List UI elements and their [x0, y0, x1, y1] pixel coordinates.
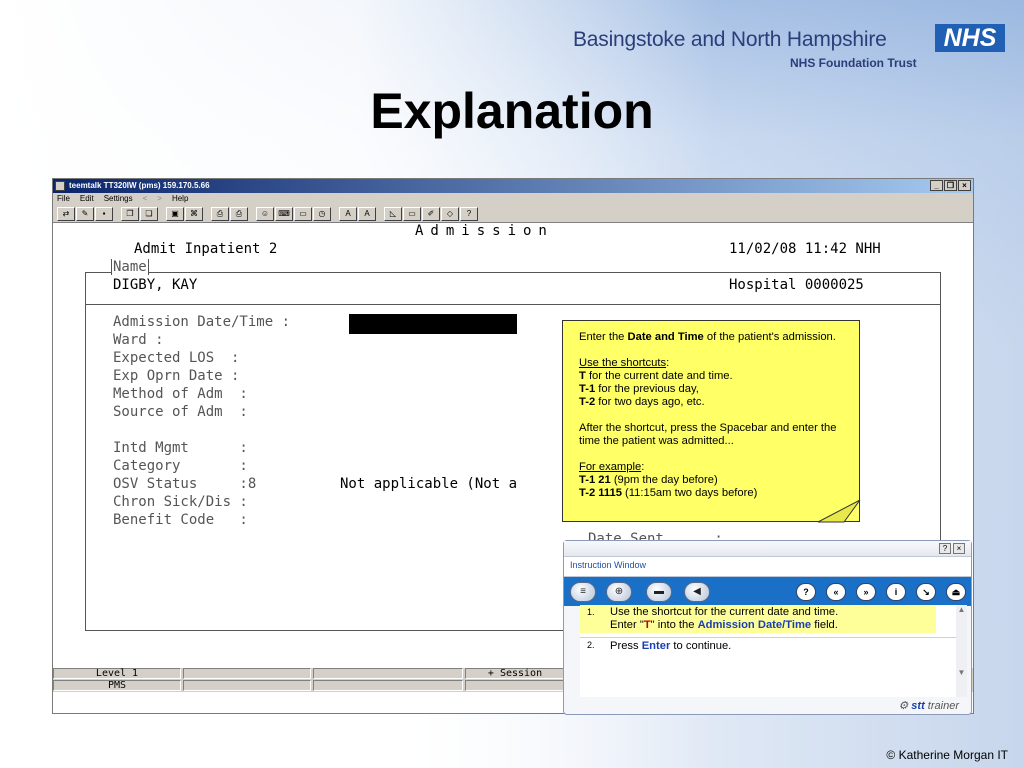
instruction-step-1: 1. Use the shortcut for the current date…: [580, 605, 936, 633]
camera-icon[interactable]: ▬: [646, 582, 672, 602]
screen-icon[interactable]: ▣: [166, 206, 184, 221]
status-cell-2: [183, 668, 311, 679]
callout-after: After the shortcut, press the Spacebar a…: [579, 422, 837, 447]
patient-name: DIGBY, KAY: [113, 277, 198, 293]
stt-trainer-logo: ⚙ stt trainer: [898, 700, 959, 712]
screen-datetime: 11/02/08 11:42 NHH: [729, 241, 881, 257]
osv-status-label: OSV Status :8: [113, 476, 257, 492]
name-label: Name: [111, 259, 149, 275]
callout-fold-corner: [818, 500, 861, 523]
instruction-window-titlebar: ? ×: [564, 541, 971, 557]
close-button[interactable]: ×: [958, 180, 971, 191]
status-cell-2b: [183, 680, 311, 691]
instruction-callout: Enter the Date and Time of the patient's…: [562, 320, 860, 522]
speaker-icon[interactable]: ◀: [684, 582, 710, 602]
method-of-adm-label: Method of Adm :: [113, 386, 248, 402]
nhs-logo: NHS: [935, 24, 1005, 52]
copyright: © Katherine Morgan IT: [886, 748, 1008, 762]
instruction-close-button[interactable]: ×: [953, 543, 965, 554]
frame-icon[interactable]: ▭: [403, 206, 421, 221]
ward-label: Ward :: [113, 332, 164, 348]
status-cell-3: [313, 668, 463, 679]
callout-examples: For example: T-1 21 (9pm the day before)…: [579, 461, 758, 499]
callout-intro: Enter the Date and Time of the patient's…: [579, 331, 836, 343]
chart-icon[interactable]: ◺: [384, 206, 402, 221]
window-icon[interactable]: ▭: [294, 206, 312, 221]
minimize-button[interactable]: _: [930, 180, 943, 191]
terminal-menubar: File Edit Settings < > Help: [53, 193, 973, 205]
menu-prev[interactable]: <: [143, 193, 148, 205]
font-larger-icon[interactable]: A: [339, 206, 357, 221]
terminal-toolbar: ⇄ ✎ ▪ ❐ ❏ ▣ ⌘ ⎙ ⎙ ☺ ⌨ ▭ ◷ A A ◺ ▭ ✐ ◇ ?: [53, 205, 973, 223]
menu-edit[interactable]: Edit: [80, 193, 94, 205]
pointer-icon[interactable]: ↘: [916, 583, 936, 601]
instruction-window: ? × Instruction Window ≡ ⊕ ▬ ◀ ? « » i ↘…: [563, 540, 972, 715]
network-icon[interactable]: ⌘: [185, 206, 203, 221]
callout-shortcuts: Use the shortcuts: T for the current dat…: [579, 357, 733, 408]
connect-icon[interactable]: ⇄: [57, 206, 75, 221]
menu-settings[interactable]: Settings: [104, 193, 133, 205]
status-system: PMS: [53, 680, 181, 691]
admission-datetime-input[interactable]: [349, 314, 517, 334]
save-icon[interactable]: ▪: [95, 206, 113, 221]
instruction-scrollbar[interactable]: ▲ ▼: [956, 605, 967, 697]
highlight-icon[interactable]: ✐: [422, 206, 440, 221]
forward-icon[interactable]: »: [856, 583, 876, 601]
toolbar-info-icon[interactable]: i: [886, 583, 906, 601]
print-icon[interactable]: ⎙: [211, 206, 229, 221]
instruction-step-2: 2. Press Enter to continue.: [580, 637, 958, 653]
clock-icon[interactable]: ◷: [313, 206, 331, 221]
instruction-window-label: Instruction Window: [564, 557, 971, 577]
benefit-code-label: Benefit Code :: [113, 512, 248, 528]
edit-icon[interactable]: ✎: [76, 206, 94, 221]
copy-icon[interactable]: ❐: [121, 206, 139, 221]
screen-heading: Admission: [415, 223, 554, 239]
status-level: Level 1: [53, 668, 181, 679]
screen-name: Admit Inpatient 2: [134, 241, 278, 257]
instruction-help-button[interactable]: ?: [939, 543, 951, 554]
keyboard-icon[interactable]: ⌨: [275, 206, 293, 221]
print-setup-icon[interactable]: ⎙: [230, 206, 248, 221]
status-cell-3b: [313, 680, 463, 691]
eraser-icon[interactable]: ◇: [441, 206, 459, 221]
intd-mgmt-label: Intd Mgmt :: [113, 440, 248, 456]
status-session[interactable]: + Session: [465, 668, 565, 679]
admission-datetime-label: Admission Date/Time :: [113, 314, 291, 330]
slide-title: Explanation: [370, 83, 654, 139]
terminal-title: teemtalk TT320IW (pms) 159.170.5.66: [69, 181, 210, 190]
menu-help[interactable]: Help: [172, 193, 188, 205]
restore-button[interactable]: ❐: [944, 180, 957, 191]
osv-status-description: Not applicable (Not a: [340, 476, 518, 492]
help-icon[interactable]: ?: [460, 206, 478, 221]
instruction-steps: 1. Use the shortcut for the current date…: [580, 605, 958, 697]
exp-oprn-date-label: Exp Oprn Date :: [113, 368, 240, 384]
gear-icon: ⚙: [898, 700, 912, 712]
status-cell-4b: [465, 680, 565, 691]
category-label: Category :: [113, 458, 248, 474]
exit-icon[interactable]: ⏏: [946, 583, 966, 601]
trust-name: Basingstoke and North Hampshire: [573, 28, 887, 51]
source-of-adm-label: Source of Adm :: [113, 404, 248, 420]
toolbar-help-icon[interactable]: ?: [796, 583, 816, 601]
terminal-titlebar: teemtalk TT320IW (pms) 159.170.5.66 _ ❐ …: [53, 179, 973, 193]
paste-icon[interactable]: ❏: [140, 206, 158, 221]
menu-file[interactable]: File: [57, 193, 70, 205]
list-icon[interactable]: ≡: [570, 582, 596, 602]
terminal-app-icon: [55, 181, 65, 191]
smiley-icon[interactable]: ☺: [256, 206, 274, 221]
expected-los-label: Expected LOS :: [113, 350, 240, 366]
target-icon[interactable]: ⊕: [606, 582, 632, 602]
trust-subtitle: NHS Foundation Trust: [790, 56, 917, 70]
font-smaller-icon[interactable]: A: [358, 206, 376, 221]
hospital-number: Hospital 0000025: [729, 277, 864, 293]
menu-next[interactable]: >: [157, 193, 162, 205]
rewind-icon[interactable]: «: [826, 583, 846, 601]
chron-sick-label: Chron Sick/Dis :: [113, 494, 248, 510]
instruction-toolbar: ≡ ⊕ ▬ ◀ ? « » i ↘ ⏏: [564, 577, 971, 606]
